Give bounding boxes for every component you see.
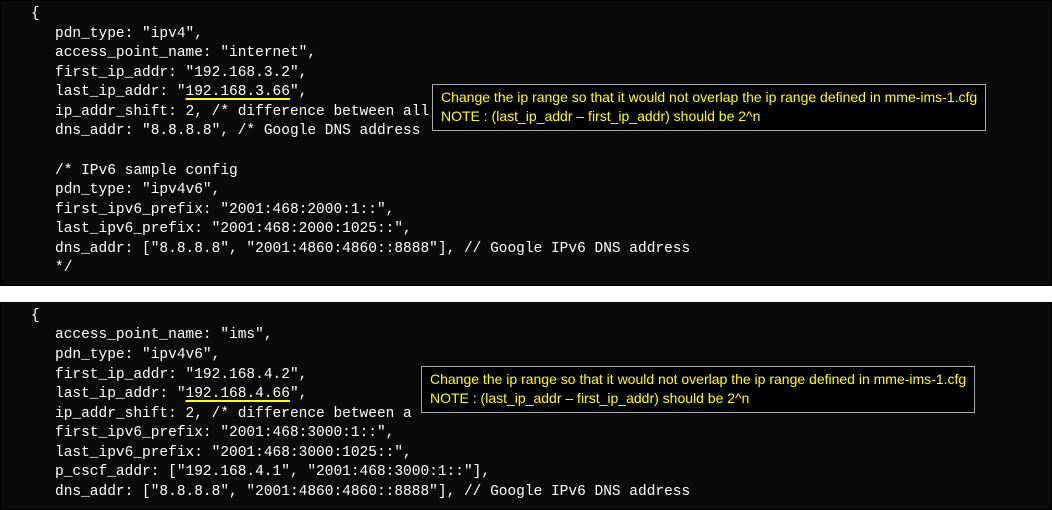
divider-gap — [0, 286, 1052, 302]
code-line: /* IPv6 sample config — [7, 162, 1045, 182]
code-line: { — [7, 5, 1045, 25]
code-line: dns_addr: ["8.8.8.8", "2001:4860:4860::8… — [7, 483, 1045, 503]
callout-text: NOTE : (last_ip_addr – first_ip_addr) sh… — [441, 107, 977, 126]
code-line: first_ipv6_prefix: "2001:468:3000:1::", — [7, 424, 1045, 444]
code-text: last_ip_addr: " — [55, 386, 186, 402]
code-line: pdn_type: "ipv4", — [7, 25, 1045, 45]
callout-text: NOTE : (last_ip_addr – first_ip_addr) sh… — [430, 389, 966, 408]
code-line: p_cscf_addr: ["192.168.4.1", "2001:468:3… — [7, 463, 1045, 483]
code-line: pdn_type: "ipv4v6", — [7, 181, 1045, 201]
code-line: pdn_type: "ipv4v6", — [7, 346, 1045, 366]
annotation-callout-bottom: Change the ip range so that it would not… — [421, 366, 975, 413]
code-line: last_ipv6_prefix: "2001:468:3000:1025::"… — [7, 444, 1045, 464]
code-text: ", — [290, 386, 307, 402]
highlighted-ip: 192.168.4.66 — [186, 386, 290, 402]
code-line: dns_addr: ["8.8.8.8", "2001:4860:4860::8… — [7, 240, 1045, 260]
code-line: { — [7, 307, 1045, 327]
callout-text: Change the ip range so that it would not… — [430, 370, 966, 389]
code-line: access_point_name: "ims", — [7, 326, 1045, 346]
code-line: first_ipv6_prefix: "2001:468:2000:1::", — [7, 201, 1045, 221]
code-line: last_ipv6_prefix: "2001:468:2000:1025::"… — [7, 220, 1045, 240]
code-line: */ — [7, 259, 1045, 279]
code-line-blank — [7, 142, 1045, 162]
highlighted-ip: 192.168.3.66 — [186, 84, 290, 100]
code-block-top: { pdn_type: "ipv4", access_point_name: "… — [0, 0, 1052, 286]
code-block-bottom: { access_point_name: "ims", pdn_type: "i… — [0, 302, 1052, 510]
code-text: ", — [290, 84, 307, 100]
code-text: last_ip_addr: " — [55, 84, 186, 100]
annotation-callout-top: Change the ip range so that it would not… — [432, 84, 986, 131]
callout-text: Change the ip range so that it would not… — [441, 88, 977, 107]
code-line: first_ip_addr: "192.168.3.2", — [7, 64, 1045, 84]
code-line: access_point_name: "internet", — [7, 44, 1045, 64]
